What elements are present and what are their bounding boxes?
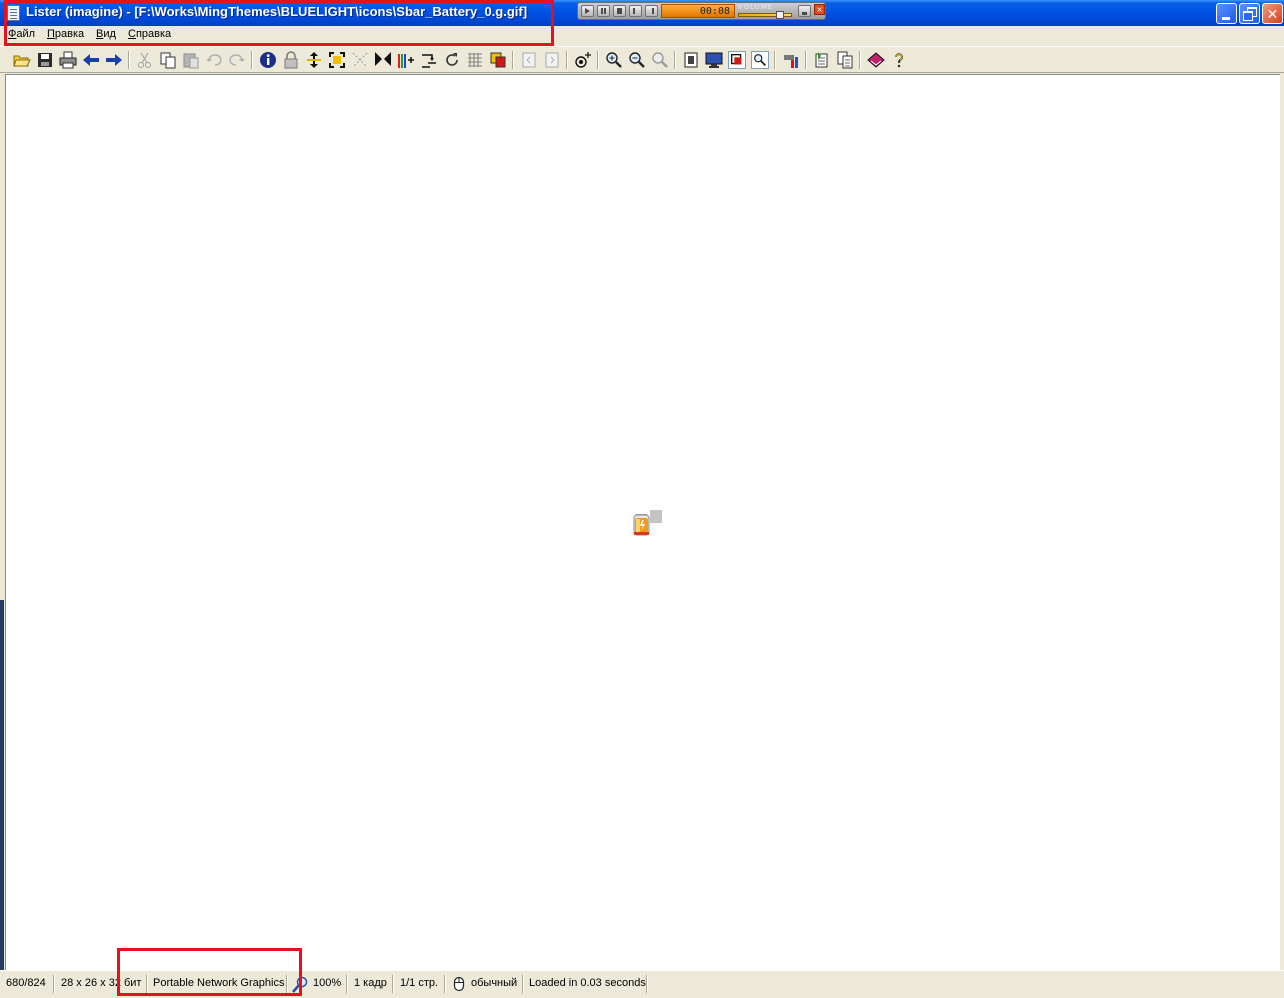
zoom-fit-icon[interactable]	[651, 51, 669, 69]
zoom-in-icon[interactable]	[605, 51, 623, 69]
flip-vertical-icon[interactable]	[305, 51, 323, 69]
status-frames: 1 кадр	[354, 977, 387, 989]
refresh-icon[interactable]	[443, 51, 461, 69]
status-separator	[646, 975, 648, 993]
player-close-icon[interactable]: ×	[814, 4, 825, 15]
toolbar-separator	[597, 51, 599, 69]
document-icon	[7, 5, 20, 21]
open-icon[interactable]	[13, 51, 31, 69]
undo-icon[interactable]	[205, 51, 223, 69]
save-icon[interactable]	[36, 51, 54, 69]
desktop-behind-window	[0, 600, 4, 970]
menu-help[interactable]: Справка	[128, 28, 171, 40]
levels-icon[interactable]	[397, 51, 415, 69]
status-separator	[286, 975, 288, 993]
back-icon[interactable]	[82, 51, 100, 69]
volume-slider[interactable]	[738, 11, 792, 19]
minimize-button[interactable]	[1216, 3, 1237, 24]
toolbar-separator	[512, 51, 514, 69]
player-time-display: 00:08	[661, 4, 735, 18]
restore-button[interactable]	[1239, 3, 1260, 24]
grid-icon[interactable]	[466, 51, 484, 69]
toolbar-separator	[674, 51, 676, 69]
status-bar: 680/824 28 x 26 x 32 бит Portable Networ…	[0, 970, 1284, 998]
status-pages: 1/1 стр.	[400, 977, 439, 989]
status-separator	[346, 975, 348, 993]
lock-icon[interactable]	[282, 51, 300, 69]
toolbar-separator	[566, 51, 568, 69]
status-separator	[392, 975, 394, 993]
title-bar[interactable]: Lister (imagine) - [F:\Works\MingThemes\…	[0, 0, 1284, 26]
resize-icon[interactable]	[328, 51, 346, 69]
media-player-widget: 00:08 VOLUME ×	[577, 2, 826, 20]
zoom-out-icon[interactable]	[628, 51, 646, 69]
next-page-icon[interactable]	[543, 51, 561, 69]
redo-icon[interactable]	[228, 51, 246, 69]
mouse-icon	[453, 976, 465, 992]
status-format: Portable Network Graphics	[153, 977, 285, 989]
monitor-icon[interactable]	[705, 51, 723, 69]
book-icon[interactable]	[867, 51, 885, 69]
menu-view[interactable]: Вид	[96, 28, 116, 40]
menu-file[interactable]: Файл	[8, 28, 35, 40]
toolbar-separator	[859, 51, 861, 69]
tools-icon[interactable]	[782, 51, 800, 69]
volume-slider-knob[interactable]	[776, 11, 784, 19]
battery-image-preview	[630, 509, 662, 537]
fullscreen-icon[interactable]	[682, 51, 700, 69]
status-separator	[522, 975, 524, 993]
rotate-icon[interactable]	[420, 51, 438, 69]
lister-window: Lister (imagine) - [F:\Works\MingThemes\…	[0, 0, 1284, 998]
volume-label: VOLUME	[738, 3, 774, 11]
stop-icon[interactable]	[613, 5, 626, 17]
status-separator	[146, 975, 148, 993]
window-title: Lister (imagine) - [F:\Works\MingThemes\…	[26, 4, 528, 19]
eject-icon[interactable]	[798, 5, 811, 17]
toolbar-separator	[251, 51, 253, 69]
status-dimensions: 28 x 26 x 32 бит	[61, 977, 142, 989]
multi-copy-icon[interactable]	[836, 51, 854, 69]
toolbar-separator	[805, 51, 807, 69]
status-zoom: 100%	[313, 977, 342, 989]
image-viewport[interactable]	[5, 74, 1280, 970]
status-separator	[53, 975, 55, 993]
copy-icon[interactable]	[159, 51, 177, 69]
menu-edit[interactable]: Правка	[47, 28, 84, 40]
pause-icon[interactable]	[597, 5, 610, 17]
toolbar	[0, 46, 1284, 73]
help-icon[interactable]	[890, 51, 908, 69]
toolbar-separator	[774, 51, 776, 69]
paste-icon[interactable]	[182, 51, 200, 69]
crop-icon[interactable]	[351, 51, 369, 69]
toolbar-separator	[128, 51, 130, 69]
menu-bar: Файл Правка Вид Справка	[0, 26, 1284, 45]
cut-icon[interactable]	[136, 51, 154, 69]
eye-icon[interactable]	[574, 51, 592, 69]
status-mode: обычный	[471, 977, 518, 989]
batch-icon[interactable]	[813, 51, 831, 69]
close-button[interactable]: ✕	[1262, 3, 1283, 24]
forward-icon[interactable]	[105, 51, 123, 69]
prev-page-icon[interactable]	[520, 51, 538, 69]
info-icon[interactable]	[259, 51, 277, 69]
close-icon: ✕	[1266, 7, 1279, 23]
actual-size-icon[interactable]	[728, 51, 746, 69]
previous-track-icon[interactable]	[629, 5, 642, 17]
color-icon[interactable]	[489, 51, 507, 69]
status-separator	[444, 975, 446, 993]
status-load-time: Loaded in 0.03 seconds	[529, 977, 646, 989]
play-icon[interactable]	[581, 5, 594, 17]
print-icon[interactable]	[59, 51, 77, 69]
next-track-icon[interactable]	[645, 5, 658, 17]
zoom-status-icon	[292, 976, 308, 993]
magnifier-icon[interactable]	[751, 51, 769, 69]
select-icon[interactable]	[374, 51, 392, 69]
status-position: 680/824	[6, 977, 46, 989]
